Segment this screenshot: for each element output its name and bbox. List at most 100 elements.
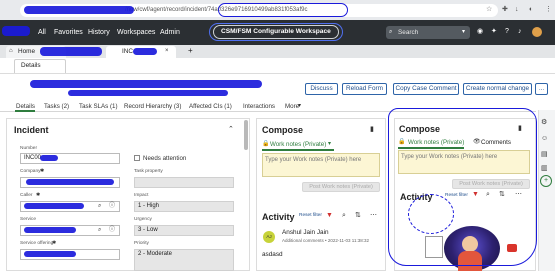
globe-icon[interactable]: ◉	[477, 27, 483, 36]
more-tabs-chevron-icon: ▾	[298, 103, 302, 109]
copy-case-comment-button[interactable]: Copy Case Comment	[393, 83, 459, 95]
sort-icon[interactable]: ⇅	[355, 211, 361, 220]
company-redaction	[26, 179, 114, 185]
compose-left-more-icon[interactable]: ▮	[370, 125, 374, 134]
record-title-redaction	[30, 80, 262, 88]
service-offering-label: Service offering	[20, 241, 54, 246]
url-highlight-circle	[218, 3, 348, 17]
add-tab-button[interactable]: +	[188, 46, 193, 55]
more-actions-button[interactable]: ...	[535, 83, 548, 95]
reload-form-button[interactable]: Reload Form	[342, 83, 387, 95]
activity-meta: Additional comments • 2022-11-03 11:38:3…	[282, 238, 369, 243]
activity-more-icon[interactable]: ⋯	[370, 211, 377, 220]
bell-icon[interactable]: ♪	[518, 27, 522, 36]
activity-search-icon[interactable]: ⌕	[342, 211, 346, 220]
more-icon[interactable]: ⋮	[545, 5, 552, 14]
notes-type-underline	[262, 149, 334, 151]
rail-settings-icon[interactable]: ⚙	[541, 118, 547, 127]
incident-title: Incident	[14, 125, 49, 135]
menu-history[interactable]: History	[88, 29, 110, 36]
logo-redaction	[2, 26, 30, 36]
task-property-field	[134, 177, 234, 188]
workspace-highlight-circle	[209, 23, 343, 41]
subtab-details-label: Details	[21, 62, 41, 69]
form-tab-details[interactable]: Details	[16, 103, 35, 110]
rail-users-icon[interactable]: ☺	[541, 134, 548, 143]
compose-left-placeholder: Type your Work notes (Private) here	[265, 157, 362, 163]
form-tab-details-underline	[15, 110, 35, 112]
priority-label: Priority	[134, 241, 149, 246]
company-required-icon: ✱	[40, 168, 45, 174]
caller-redaction	[24, 203, 84, 209]
caller-search-icon[interactable]: ⌕	[98, 202, 101, 211]
avatar[interactable]	[532, 27, 542, 37]
tab-incident-label: INC	[122, 48, 134, 55]
menu-admin[interactable]: Admin	[160, 29, 180, 36]
needs-attention-checkbox[interactable]	[134, 155, 140, 161]
urgency-field[interactable]: 3 - Low	[134, 225, 234, 236]
search-dropdown-icon[interactable]: ▾	[462, 28, 465, 37]
priority-field: 2 - Moderate	[134, 249, 234, 271]
discuss-button[interactable]: Discuss	[305, 83, 338, 95]
number-redaction	[40, 155, 58, 161]
extensions-icon[interactable]: ✚	[502, 5, 508, 14]
service-label: Service	[20, 217, 36, 222]
service-offering-required-icon: ✱	[52, 240, 57, 246]
help-icon[interactable]: ?	[505, 27, 509, 36]
create-normal-change-button[interactable]: Create normal change	[463, 83, 532, 95]
download-icon[interactable]: ↓	[515, 5, 519, 14]
compose-left-title: Compose	[262, 125, 304, 135]
impact-field[interactable]: 1 - High	[134, 201, 234, 212]
highlight-scribble	[408, 194, 454, 234]
service-info-icon[interactable]: ⓘ	[109, 226, 115, 235]
menu-favorites[interactable]: Favorites	[54, 29, 83, 36]
menu-all[interactable]: All	[38, 29, 46, 36]
rail-attachment-icon[interactable]: ▥	[541, 164, 548, 173]
rail-document-icon[interactable]: ▤	[541, 150, 548, 159]
impact-label: Impact	[134, 193, 149, 198]
number-field[interactable]: INC00	[20, 153, 120, 164]
number-label: Number	[20, 146, 38, 151]
needs-attention-label: Needs attention	[143, 155, 187, 162]
record-subtitle-redaction	[68, 90, 228, 96]
caller-required-icon: ✱	[36, 192, 41, 198]
right-panel-highlight	[388, 108, 537, 266]
activity-author: Anshul Jain Jain	[282, 229, 329, 236]
filter-icon[interactable]: ▼	[326, 211, 333, 220]
panel-scrollbar[interactable]	[244, 120, 248, 150]
caller-info-icon[interactable]: ⓘ	[109, 202, 115, 211]
form-tab-interactions[interactable]: Interactions	[243, 103, 275, 110]
compose-left-notes-type[interactable]: Work notes (Private)	[270, 141, 326, 148]
service-redaction	[24, 227, 76, 233]
tab-home-redaction	[40, 47, 102, 56]
form-tab-record-hierarchy[interactable]: Record Hierarchy (3)	[124, 103, 181, 110]
profile-icon[interactable]: ◐	[529, 5, 533, 14]
form-tab-more[interactable]: More	[285, 103, 299, 110]
url-redaction	[24, 6, 134, 14]
task-property-label: Task property	[134, 169, 163, 174]
collapse-chevron-icon[interactable]: ⌃	[228, 125, 234, 134]
form-tab-tasks[interactable]: Tasks (2)	[44, 103, 69, 110]
star-menu-icon[interactable]: ✦	[491, 27, 497, 36]
tab-incident-redaction	[133, 48, 157, 55]
subtab-row	[0, 58, 555, 74]
compose-left-post-button[interactable]: Post Work notes (Private)	[302, 182, 380, 192]
form-tab-task-slas[interactable]: Task SLAs (1)	[79, 103, 118, 110]
menu-workspaces[interactable]: Workspaces	[117, 29, 155, 36]
rail-active-icon[interactable]: +	[540, 175, 552, 187]
activity-reset-filter[interactable]: Reset filter	[299, 213, 322, 218]
compose-left-lock-icon: 🔒	[262, 141, 270, 147]
service-search-icon[interactable]: ⌕	[98, 226, 101, 235]
activity-avatar: AJ	[263, 231, 275, 243]
company-label: Company	[20, 169, 41, 174]
search-icon: ⌕	[389, 29, 393, 35]
notes-type-dropdown-icon[interactable]: ▾	[328, 140, 331, 149]
activity-text: asdasd	[262, 251, 283, 258]
close-tab-icon[interactable]: ×	[165, 47, 169, 56]
search-placeholder: Search	[398, 29, 419, 36]
urgency-label: Urgency	[134, 217, 152, 222]
star-icon[interactable]: ☆	[486, 5, 492, 14]
tab-home-label: Home	[18, 48, 36, 55]
form-tab-affected-cis[interactable]: Affected CIs (1)	[189, 103, 232, 110]
home-icon: ⌂	[9, 48, 13, 54]
